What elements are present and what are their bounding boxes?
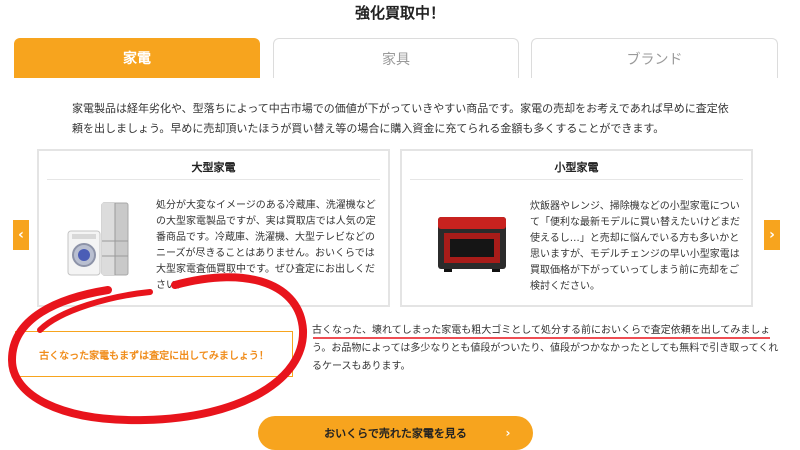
card-title: 小型家電 [554, 161, 599, 174]
see-sold-appliances-button[interactable]: おいくらで売れた家電を見る › [258, 416, 533, 450]
appliance-image [438, 217, 506, 272]
carousel-next-button[interactable]: › [764, 220, 780, 250]
tab-furniture[interactable]: 家具 [273, 38, 519, 78]
callout-label: 古くなった家電もまずは査定に出してみましょう！ [15, 331, 293, 377]
chevron-right-icon: › [505, 426, 511, 440]
card-divider [410, 179, 743, 180]
appliance-image [67, 202, 129, 276]
card-description: 炊飯器やレンジ、掃除機などの小型家電について「便利な最新モデルに買い替えたいけど… [530, 201, 740, 292]
intro-text: 家電製品は経年劣化や、型落ちによって中古市場での価値が下がっていきやすい商品です… [72, 102, 729, 135]
section-heading: 強化買取中！ [354, 4, 445, 22]
tab-appliances[interactable]: 家電 [14, 38, 260, 78]
card-small-appliances: 小型家電 炊飯器やレンジ、掃除機などの小型家電について「便利な最新モデルに買い替… [400, 149, 753, 307]
carousel-prev-button[interactable]: ‹ [13, 220, 29, 250]
card-divider [47, 179, 380, 180]
cta-label: おいくらで売れた家電を見る [324, 427, 467, 440]
chevron-right-icon: › [769, 227, 775, 243]
callout-text: 古くなった、壊れてしまった家電も粗大ゴミとして処分する前においくらで査定依頼を出… [312, 325, 779, 372]
card-title: 大型家電 [191, 161, 236, 174]
card-large-appliances: 大型家電 処分が大変なイメージのある冷蔵庫、洗濯機などの大型家電製品ですが、実は… [37, 149, 390, 307]
card-description: 処分が大変なイメージのある冷蔵庫、洗濯機などの大型家電製品ですが、実は買取店では… [156, 200, 376, 291]
tab-brand[interactable]: ブランド [531, 38, 778, 78]
chevron-left-icon: ‹ [18, 227, 24, 243]
